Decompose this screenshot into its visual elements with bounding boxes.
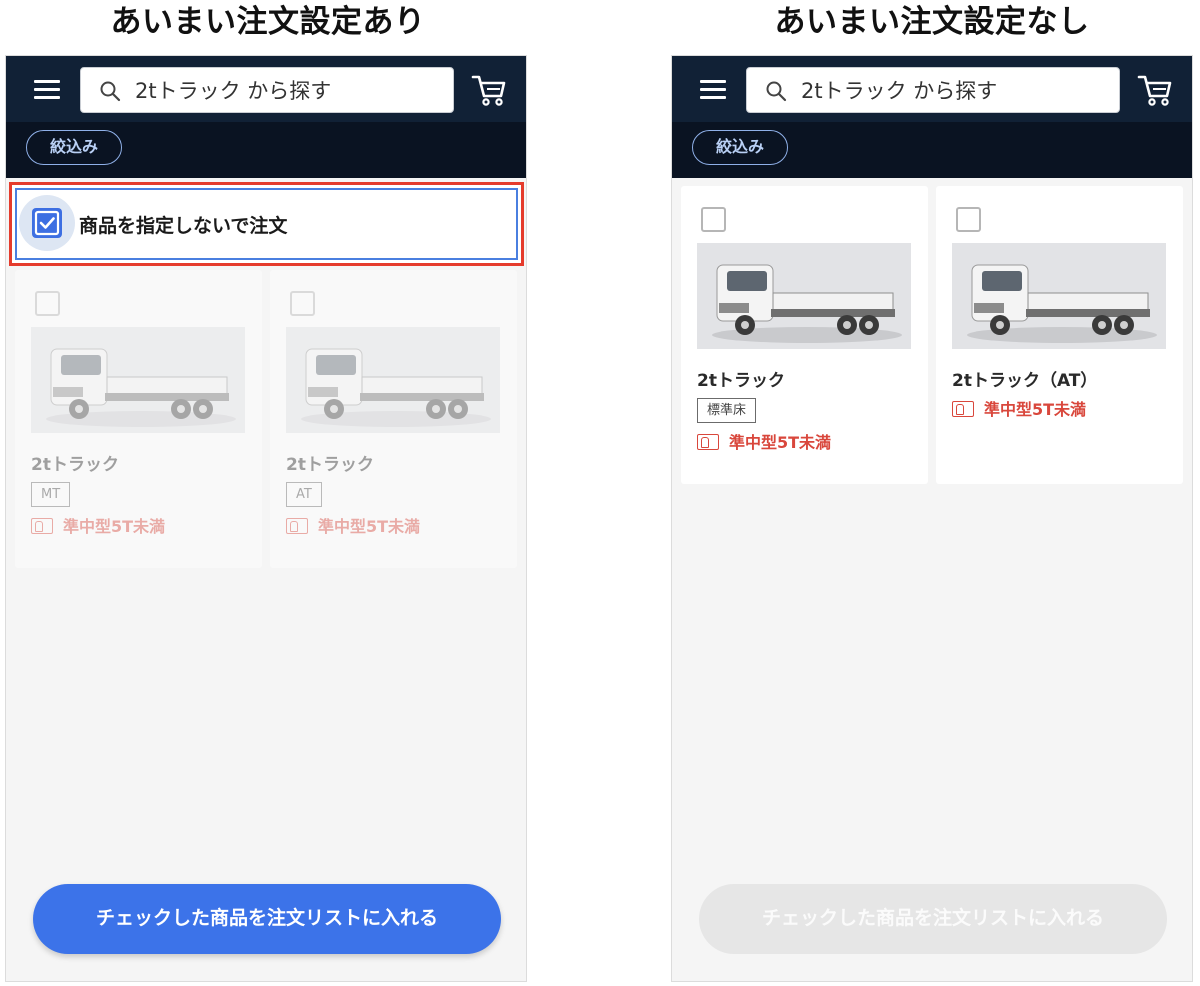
ambiguous-order-label: 商品を指定しないで注文 — [79, 215, 288, 237]
app-header: 2tトラック から探す — [6, 56, 526, 122]
license-text: 準中型5T未満 — [984, 400, 1087, 419]
cart-icon[interactable] — [469, 70, 509, 110]
product-name: 2tトラック — [697, 371, 785, 391]
hamburger-icon[interactable] — [34, 80, 60, 100]
truck-image — [697, 243, 911, 349]
license-text: 準中型5T未満 — [63, 517, 166, 536]
product-name: 2tトラック — [31, 455, 119, 475]
ambiguous-order-highlight: 商品を指定しないで注文 — [9, 182, 524, 266]
product-name: 2tトラック — [286, 455, 374, 475]
phone-screen-ambiguous-on: 2tトラック から探す 絞込み 商品を指定しないで注文 2tトラック MT 準中… — [5, 55, 527, 982]
right-column-title: あいまい注文設定なし — [774, 4, 1090, 40]
search-text: 2tトラック から探す — [135, 79, 332, 103]
filter-bar: 絞込み — [6, 122, 526, 178]
add-to-order-list-button-disabled[interactable]: チェックした商品を注文リストに入れる — [699, 884, 1167, 954]
product-name: 2tトラック（AT） — [952, 371, 1098, 391]
add-to-order-list-button[interactable]: チェックした商品を注文リストに入れる — [33, 884, 501, 954]
license-card-icon — [286, 517, 308, 534]
filter-button[interactable]: 絞込み — [692, 130, 788, 165]
license-requirement: 準中型5T未満 — [952, 399, 1086, 421]
product-tag: MT — [31, 482, 71, 507]
license-card-icon — [697, 433, 719, 450]
truck-image — [286, 327, 500, 433]
search-text: 2tトラック から探す — [801, 79, 998, 103]
product-card[interactable]: 2tトラック AT 準中型5T未満 — [270, 270, 517, 568]
checkbox-icon[interactable] — [701, 207, 726, 232]
truck-image — [952, 243, 1166, 349]
truck-image — [31, 327, 245, 433]
filter-bar: 絞込み — [672, 122, 1192, 178]
search-input[interactable]: 2tトラック から探す — [746, 67, 1120, 113]
cart-icon[interactable] — [1135, 70, 1175, 110]
checkbox-icon[interactable] — [35, 291, 60, 316]
product-card[interactable]: 2tトラック MT 準中型5T未満 — [15, 270, 262, 568]
ambiguous-order-option[interactable]: 商品を指定しないで注文 — [15, 188, 518, 260]
filter-button[interactable]: 絞込み — [26, 130, 122, 165]
left-column-title: あいまい注文設定あり — [110, 4, 426, 40]
checkbox-checked-icon[interactable] — [32, 208, 62, 238]
license-text: 準中型5T未満 — [318, 517, 421, 536]
product-card[interactable]: 2tトラック（AT） 準中型5T未満 — [936, 186, 1183, 484]
search-icon — [100, 81, 121, 102]
app-header: 2tトラック から探す — [672, 56, 1192, 122]
search-icon — [766, 81, 787, 102]
license-card-icon — [952, 400, 974, 417]
checkbox-icon[interactable] — [956, 207, 981, 232]
license-card-icon — [31, 517, 53, 534]
hamburger-icon[interactable] — [700, 80, 726, 100]
license-requirement: 準中型5T未満 — [697, 432, 831, 454]
license-requirement: 準中型5T未満 — [286, 516, 420, 538]
search-input[interactable]: 2tトラック から探す — [80, 67, 454, 113]
product-card[interactable]: 2tトラック 標準床 準中型5T未満 — [681, 186, 928, 484]
license-requirement: 準中型5T未満 — [31, 516, 165, 538]
checkbox-icon[interactable] — [290, 291, 315, 316]
phone-screen-ambiguous-off: 2tトラック から探す 絞込み 2tトラック 標準床 準中型5T未満 2tトラッ… — [671, 55, 1193, 982]
license-text: 準中型5T未満 — [729, 433, 832, 452]
product-tag: AT — [286, 482, 322, 507]
product-tag: 標準床 — [697, 398, 757, 423]
